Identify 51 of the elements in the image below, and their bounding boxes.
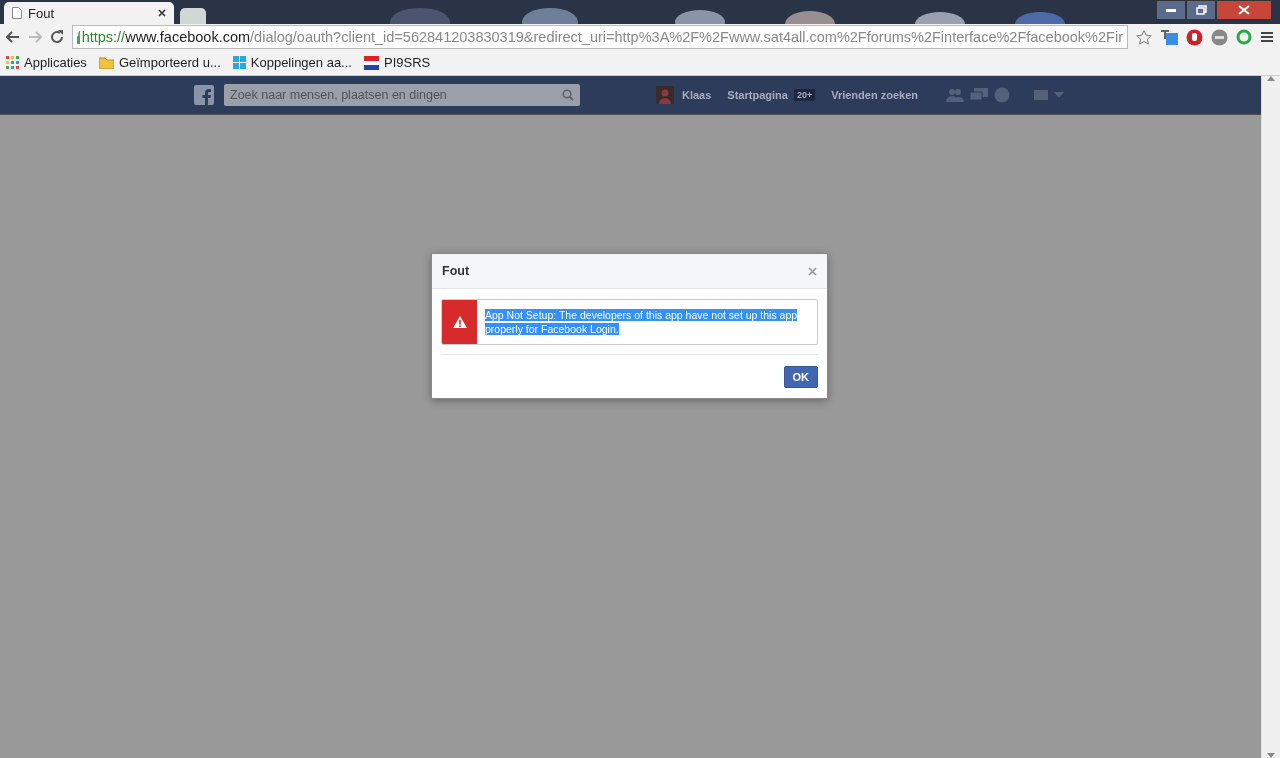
- close-icon: [808, 266, 817, 276]
- ring-icon[interactable]: [1236, 29, 1252, 45]
- minimize-icon: [1166, 8, 1176, 12]
- globe-icon[interactable]: [993, 87, 1010, 103]
- avatar-icon[interactable]: [656, 86, 674, 104]
- folder-icon: [98, 56, 114, 69]
- url-scheme: https://: [81, 29, 126, 45]
- close-icon: [1238, 5, 1250, 15]
- forward-icon[interactable]: [28, 31, 42, 43]
- privacy-icon[interactable]: [1033, 90, 1048, 100]
- bookmark-link[interactable]: Koppelingen aa...: [250, 55, 352, 70]
- menu-icon[interactable]: [1260, 31, 1274, 43]
- page-icon: [12, 7, 22, 19]
- flag-icon: [363, 55, 379, 70]
- messages-icon[interactable]: [969, 88, 988, 102]
- browser-tab[interactable]: Fout: [4, 2, 174, 24]
- apps-grid-icon: [6, 56, 19, 69]
- adblock-icon[interactable]: [1211, 28, 1228, 46]
- facebook-logo-icon[interactable]: [194, 85, 214, 105]
- restore-icon: [1195, 5, 1207, 15]
- minimize-button[interactable]: [1156, 0, 1186, 20]
- notification-count: 20+: [793, 89, 816, 101]
- scrollbar[interactable]: [1261, 76, 1280, 758]
- restore-button[interactable]: [1186, 0, 1216, 20]
- star-icon[interactable]: [1136, 29, 1152, 45]
- stop-hand-icon[interactable]: [1186, 28, 1203, 46]
- address-field[interactable]: https://www.facebook.com/dialog/oauth?client_id=562841203830319&redirect_uri=http%3A%2F%2Fwww.sat4all.com%2Fforums%2Finterface%2Ffacebook%2Fir: [72, 25, 1128, 49]
- reload-icon[interactable]: [50, 30, 64, 44]
- error-message: App Not Setup: The developers of this app have not set up this app properly for Facebook Login.: [484, 308, 799, 337]
- close-button[interactable]: [1216, 0, 1272, 20]
- bookmark-link[interactable]: Geïmporteerd u...: [118, 55, 221, 70]
- browser-tab[interactable]: [180, 8, 206, 24]
- windows-logo-icon: [232, 56, 246, 69]
- friends-icon[interactable]: [945, 88, 964, 102]
- dialog-title: Fout: [442, 264, 470, 278]
- bookmark-link[interactable]: PI9SRS: [383, 55, 431, 70]
- bookmark-link[interactable]: Applicaties: [24, 55, 87, 70]
- profile-link[interactable]: Klaas: [682, 89, 712, 101]
- scroll-down-icon[interactable]: [1267, 753, 1275, 758]
- search-icon: [562, 89, 574, 101]
- lock-icon: [77, 30, 80, 44]
- close-icon[interactable]: [158, 9, 166, 17]
- find-friends-link[interactable]: Vrienden zoeken: [831, 89, 918, 101]
- url-host: www.facebook.com: [125, 29, 251, 45]
- warning-icon: [452, 316, 467, 328]
- back-icon[interactable]: [6, 31, 20, 43]
- url-path: /dialog/oauth?client_id=562841203830319&redirect_uri=http%3A%2F%2Fwww.sat4all.com%2Fforums%2Finterface%2Ffacebook%2Fir: [250, 29, 1123, 45]
- dropdown-caret-icon[interactable]: [1053, 92, 1064, 98]
- translate-icon[interactable]: [1160, 29, 1178, 45]
- home-link[interactable]: Startpagina: [727, 89, 788, 101]
- ok-button[interactable]: OK: [783, 366, 818, 388]
